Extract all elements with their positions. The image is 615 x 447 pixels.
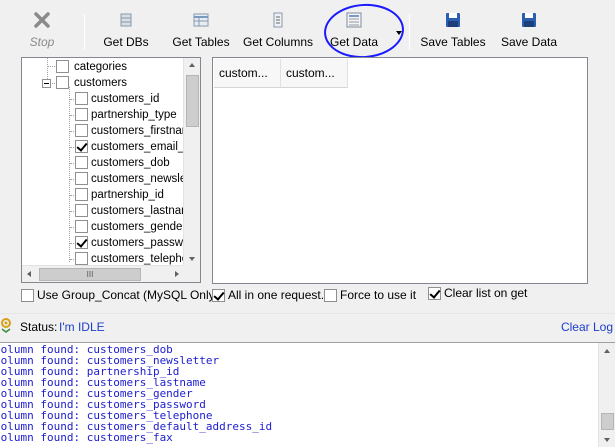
tree-node-checkbox[interactable]	[75, 236, 88, 249]
tree-node-checkbox[interactable]	[75, 156, 88, 169]
scroll-down-icon[interactable]	[189, 257, 195, 261]
group-concat-label: Use Group_Concat (MySQL Only)	[37, 288, 219, 302]
stop-x-icon	[34, 12, 50, 30]
tree-node-label: customers_id	[91, 93, 160, 105]
collapse-icon[interactable]	[42, 79, 51, 88]
scroll-left-icon[interactable]	[27, 271, 31, 277]
tree-node-label: customers_gender	[91, 221, 187, 233]
stop-button[interactable]: Stop	[26, 8, 58, 52]
floppy-disk-icon	[521, 12, 537, 30]
tree-node-label: partnership_id	[91, 189, 164, 201]
scroll-up-icon[interactable]	[189, 63, 195, 67]
force-use-checkbox[interactable]	[324, 289, 337, 302]
grid-column-header[interactable]: custom...	[214, 59, 281, 88]
scroll-thumb[interactable]	[186, 75, 199, 127]
tree-node-checkbox[interactable]	[75, 252, 88, 265]
tree-node-label: customers_firstname	[91, 125, 198, 137]
save-data-label: Save Data	[500, 35, 558, 49]
all-in-one-checkbox[interactable]	[212, 289, 225, 302]
tree-node-checkbox[interactable]	[56, 60, 69, 73]
log-vertical-scrollbar[interactable]	[598, 343, 615, 447]
floppy-disk-icon	[445, 12, 461, 30]
table-icon	[193, 12, 209, 30]
tree-node-checkbox[interactable]	[75, 172, 88, 185]
log-output[interactable]: Column found: customers_dob Column found:…	[0, 342, 615, 447]
tree-node-label: customers	[74, 77, 128, 89]
status-value: I'm IDLE	[59, 320, 105, 334]
tree-node-label: customers_lastname	[91, 205, 198, 217]
toolbar-separator	[409, 14, 410, 50]
force-use-label: Force to use it	[340, 288, 417, 302]
data-grid-icon	[346, 12, 362, 30]
columns-icon	[270, 12, 286, 30]
scroll-right-icon[interactable]	[175, 271, 179, 277]
schema-tree[interactable]: categories customers customers_idpartner…	[21, 57, 201, 283]
tree-node-label: partnership_type	[91, 109, 177, 121]
tree-line	[69, 87, 70, 262]
group-concat-checkbox[interactable]	[21, 289, 34, 302]
scroll-up-icon[interactable]	[604, 349, 610, 353]
tree-node-label: customers_dob	[91, 157, 170, 169]
tree-node-label: customers_email_ac	[91, 141, 197, 153]
scroll-thumb[interactable]: III	[39, 268, 141, 281]
get-columns-button[interactable]: Get Columns	[241, 8, 315, 52]
toolbar: Stop Get DBs Get Tables Get Columns Get …	[0, 0, 615, 61]
scroll-corner	[183, 265, 200, 282]
scroll-down-icon[interactable]	[604, 438, 610, 442]
get-data-label: Get Data	[330, 35, 379, 49]
tree-vertical-scrollbar[interactable]	[183, 58, 200, 266]
tree-node-checkbox[interactable]	[75, 124, 88, 137]
tree-node-label: categories	[74, 61, 128, 73]
tree-node-checkbox[interactable]	[75, 140, 88, 153]
toolbar-separator	[84, 14, 85, 50]
get-columns-label: Get Columns	[242, 35, 314, 49]
save-tables-label: Save Tables	[420, 35, 486, 49]
scroll-thumb[interactable]	[601, 413, 614, 430]
all-in-one-label: All in one request.	[228, 288, 325, 302]
data-grid[interactable]: custom... custom...	[212, 57, 588, 284]
get-data-dropdown-icon[interactable]	[396, 31, 402, 35]
clear-log-link[interactable]: Clear Log	[561, 320, 613, 334]
tree-node-checkbox[interactable]	[75, 204, 88, 217]
tree-horizontal-scrollbar[interactable]: III	[22, 265, 184, 282]
log-line: Column found: customers_fax	[0, 431, 173, 444]
tree-node-label: customers_passwor	[91, 237, 194, 249]
get-data-button[interactable]: Get Data	[330, 8, 378, 52]
get-dbs-label: Get DBs	[103, 35, 149, 49]
database-icon	[118, 12, 134, 30]
status-activity-icon	[0, 317, 12, 333]
tree-node-checkbox[interactable]	[56, 76, 69, 89]
status-bar: Status: I'm IDLE Clear Log	[0, 313, 615, 339]
clear-list-label: Clear list on get	[444, 286, 528, 300]
save-data-button[interactable]: Save Data	[500, 8, 558, 52]
tree-node-checkbox[interactable]	[75, 92, 88, 105]
stop-label: Stop	[29, 35, 55, 49]
get-tables-button[interactable]: Get Tables	[172, 8, 230, 52]
get-dbs-button[interactable]: Get DBs	[102, 8, 150, 52]
status-label: Status:	[20, 320, 58, 334]
tree-node-checkbox[interactable]	[75, 220, 88, 233]
clear-list-checkbox[interactable]	[428, 287, 441, 300]
save-tables-button[interactable]: Save Tables	[420, 8, 486, 52]
tree-node-checkbox[interactable]	[75, 108, 88, 121]
grid-header-row: custom... custom...	[214, 59, 348, 88]
get-tables-label: Get Tables	[172, 35, 230, 49]
tree-node-checkbox[interactable]	[75, 188, 88, 201]
grid-column-header[interactable]: custom...	[281, 59, 348, 88]
